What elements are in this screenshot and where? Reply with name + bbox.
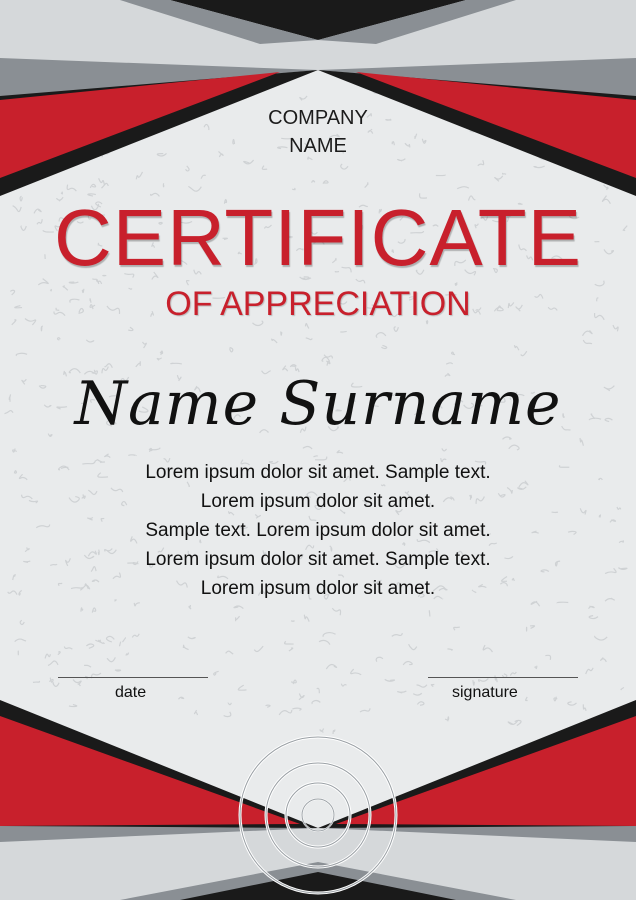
- body-line: Lorem ipsum dolor sit amet.: [200, 578, 436, 599]
- company-name: COMPANY NAME: [218, 104, 418, 160]
- body-line: Sample text. Lorem ipsum dolor sit amet.: [145, 520, 491, 541]
- recipient-name: Name Surname: [74, 369, 562, 439]
- certificate: COMPANY NAME CERTIFICATE OF APPRECIATION…: [0, 0, 636, 900]
- body-line: Lorem ipsum dolor sit amet. Sample text.: [145, 462, 491, 483]
- body-line: Lorem ipsum dolor sit amet. Sample text.: [145, 549, 491, 570]
- body-line: Lorem ipsum dolor sit amet.: [200, 491, 436, 512]
- certificate-subtitle: OF APPRECIATION: [165, 285, 471, 323]
- certificate-title: CERTIFICATE: [53, 193, 583, 282]
- date-line: [58, 677, 208, 678]
- signature-line: [428, 677, 578, 678]
- company-name-line-1: COMPANY: [268, 107, 368, 129]
- body-text: Lorem ipsum dolor sit amet. Sample text.…: [60, 458, 576, 603]
- company-name-line-2: NAME: [289, 135, 347, 157]
- signature-label: signature: [452, 684, 518, 701]
- date-label: date: [115, 684, 147, 701]
- top-decoration: [0, 0, 636, 196]
